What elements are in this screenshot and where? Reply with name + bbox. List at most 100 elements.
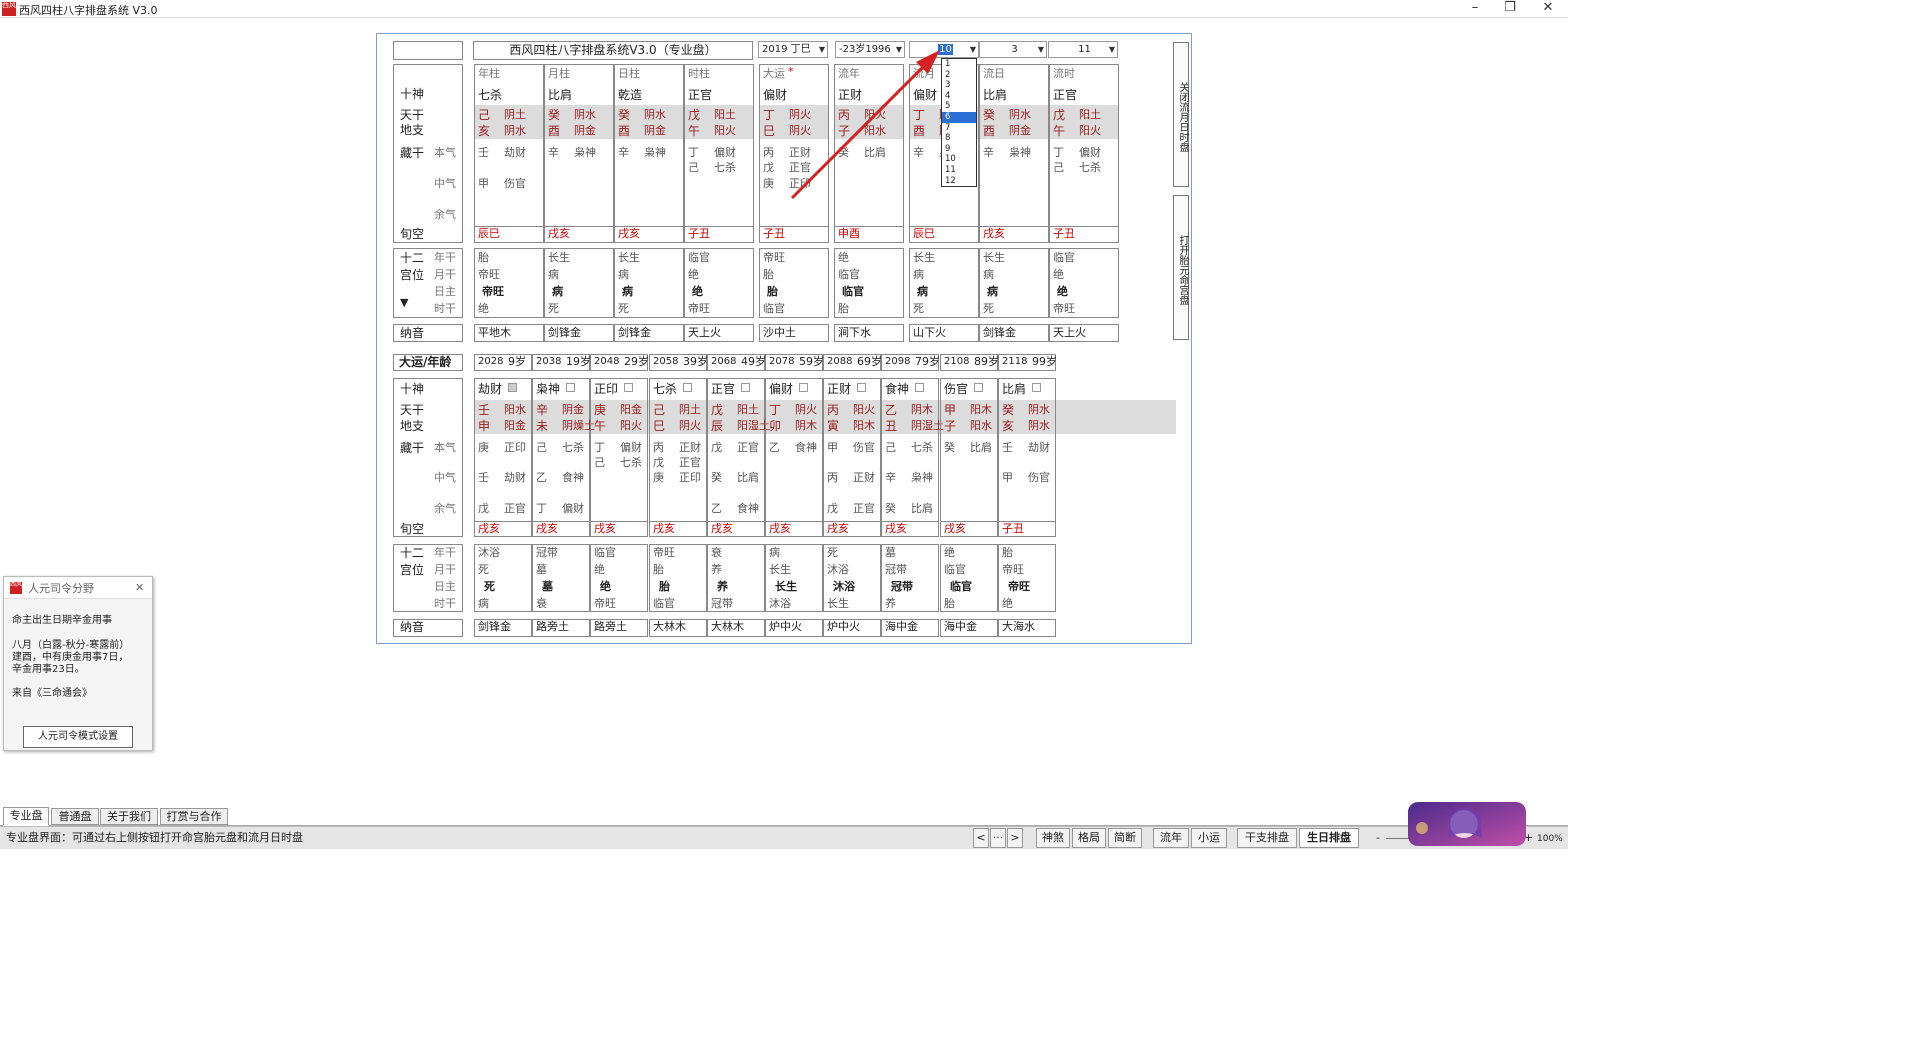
zoom-minus-button[interactable]: -: [1376, 831, 1380, 845]
checkbox-icon[interactable]: [915, 383, 924, 392]
xiaoyun-button[interactable]: 小运: [1191, 828, 1227, 848]
dayun-zhi-wuxing: 阴水: [1028, 419, 1050, 432]
shensha-button[interactable]: 神煞: [1036, 828, 1070, 848]
canggan-stem: 丁: [536, 502, 547, 515]
changsheng-year: 冠带: [536, 546, 558, 559]
canggan-god: 比肩: [737, 471, 759, 484]
tab-normal[interactable]: 普通盘: [51, 808, 99, 825]
red-arrow-annotation: [790, 50, 940, 200]
label-ten-gods: 十神: [400, 382, 425, 396]
changsheng-day: 绝: [600, 580, 611, 593]
pillar-header: 时柱: [688, 67, 710, 80]
title-bar: 西风 西风四柱八字排盘系统 V3.0 – ❐ ✕: [0, 0, 1568, 18]
changsheng-month: 胎: [653, 563, 664, 576]
changsheng-hour: 衰: [536, 597, 547, 610]
changsheng-hour: 死: [913, 302, 924, 315]
dayun-xunkong: 戌亥: [885, 522, 907, 535]
close-icon[interactable]: ✕: [1528, 0, 1568, 18]
hour-select[interactable]: 11 ▼: [1048, 41, 1118, 58]
label-gongwei: 宫位: [400, 563, 425, 577]
checkbox-icon[interactable]: [1032, 383, 1041, 392]
dayun-nayin: 炉中火: [769, 620, 802, 633]
canggan-god: 枭神: [1009, 146, 1031, 159]
canggan-god: 枭神: [574, 146, 596, 159]
dayun-year: 2108: [944, 356, 970, 367]
canggan-god: 七杀: [1079, 161, 1101, 174]
ganzhi-paipan-button[interactable]: 干支排盘: [1237, 828, 1297, 848]
changsheng-day: 病: [917, 285, 928, 298]
tab-about[interactable]: 关于我们: [100, 808, 158, 825]
nav-prev-button[interactable]: <: [973, 828, 989, 848]
canggan-stem: 癸: [885, 502, 896, 515]
pillar-gan-wuxing: 阴水: [574, 108, 596, 121]
canggan-god: 七杀: [620, 456, 642, 469]
canggan-god: 正官: [679, 456, 701, 469]
dayun-zhi-wuxing: 阳木: [853, 419, 875, 432]
checkbox-icon[interactable]: [508, 383, 517, 392]
checkbox-icon[interactable]: [799, 383, 808, 392]
geju-button[interactable]: 格局: [1072, 828, 1106, 848]
dayun-column: [940, 378, 998, 537]
changsheng-year: 病: [769, 546, 780, 559]
checkbox-icon[interactable]: [741, 383, 750, 392]
label-ten-gods: 十神: [400, 87, 425, 101]
canggan-stem: 丙: [653, 441, 664, 454]
pillar-ten-god: 七杀: [478, 88, 503, 102]
pillar-ten-god: 比肩: [983, 88, 1008, 102]
canggan-stem: 壬: [478, 146, 489, 159]
canggan-god: 比肩: [911, 502, 933, 515]
maximize-icon[interactable]: ❐: [1490, 0, 1530, 18]
arrow-down-icon[interactable]: ▼: [400, 296, 408, 310]
checkbox-icon[interactable]: [857, 383, 866, 392]
dayun-xunkong: 戌亥: [653, 522, 675, 535]
canggan-god: 偏财: [620, 441, 642, 454]
dayun-xunkong: 戌亥: [536, 522, 558, 535]
tab-donate[interactable]: 打赏与合作: [160, 808, 228, 825]
changsheng-year: 绝: [838, 251, 849, 264]
dayun-gan-wuxing: 阴水: [1028, 403, 1050, 416]
renyuan-settings-button[interactable]: 人元司令模式设置: [23, 726, 133, 748]
pillar-xunkong: 辰巳: [913, 227, 935, 240]
checkbox-icon[interactable]: [624, 383, 633, 392]
birthday-paipan-button[interactable]: 生日排盘: [1299, 828, 1359, 848]
canggan-god: 正官: [504, 502, 526, 515]
changsheng-month: 病: [913, 268, 924, 281]
minimize-icon[interactable]: –: [1455, 0, 1495, 18]
day-select[interactable]: 3 ▼: [979, 41, 1047, 58]
canggan-stem: 癸: [944, 441, 955, 454]
jianduan-button[interactable]: 简断: [1108, 828, 1142, 848]
liunian-button[interactable]: 流年: [1153, 828, 1189, 848]
pillar-nayin: 剑锋金: [548, 326, 581, 339]
changsheng-month: 帝旺: [1002, 563, 1024, 576]
canggan-god: 食神: [737, 502, 759, 515]
dayun-year: 2048: [594, 356, 620, 367]
open-palace-chart-button[interactable]: 打开胎元命宫盘: [1173, 195, 1189, 340]
checkbox-icon[interactable]: [974, 383, 983, 392]
pillar-gan-wuxing: 阴水: [644, 108, 666, 121]
changsheng-day: 冠带: [891, 580, 913, 593]
changsheng-month: 养: [711, 563, 722, 576]
changsheng-day: 死: [484, 580, 495, 593]
label-benqi: 本气: [434, 146, 456, 159]
canggan-stem: 庚: [653, 471, 664, 484]
label-shigan: 时干: [434, 597, 456, 610]
dayun-gan: 庚: [594, 403, 607, 417]
nav-more-button[interactable]: ···: [990, 828, 1006, 848]
changsheng-hour: 帝旺: [688, 302, 710, 315]
tab-professional[interactable]: 专业盘: [3, 807, 49, 826]
changsheng-day: 胎: [659, 580, 670, 593]
dayun-age: 9岁: [508, 355, 526, 368]
changsheng-hour: 胎: [944, 597, 955, 610]
canggan-stem: 己: [536, 441, 547, 454]
checkbox-icon[interactable]: [566, 383, 575, 392]
pillar-xunkong: 子丑: [763, 227, 785, 240]
close-icon[interactable]: ✕: [135, 581, 144, 595]
canggan-god: 正官: [853, 502, 875, 515]
changsheng-day: 病: [552, 285, 563, 298]
nav-next-button[interactable]: >: [1007, 828, 1023, 848]
checkbox-icon[interactable]: [683, 383, 692, 392]
close-flow-chart-button[interactable]: 关闭流月日时盘: [1173, 42, 1189, 187]
changsheng-day: 墓: [542, 580, 553, 593]
changsheng-month: 绝: [594, 563, 605, 576]
name-field[interactable]: [393, 41, 463, 60]
